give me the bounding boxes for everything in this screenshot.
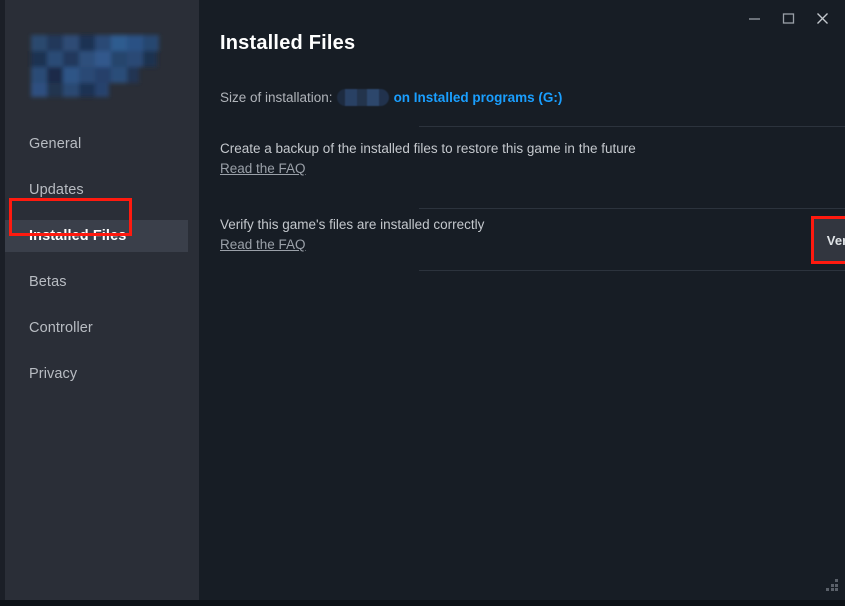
sidebar: General Updates Installed Files Betas Co… (5, 0, 199, 600)
backup-row-text: Create a backup of the installed files t… (220, 139, 650, 178)
minimize-icon[interactable] (737, 5, 771, 31)
divider (419, 270, 845, 271)
install-drive-label: on Installed programs (G:) (394, 90, 563, 105)
game-logo-redacted (23, 32, 183, 110)
sidebar-item-label: Installed Files (29, 228, 126, 244)
page-title: Installed Files (220, 32, 355, 55)
sidebar-item-label: General (29, 136, 81, 152)
sidebar-item-betas[interactable]: Betas (5, 266, 199, 298)
window-bottom-edge (0, 600, 845, 606)
maximize-icon[interactable] (771, 5, 805, 31)
verify-integrity-button[interactable]: Verify integrity of game files (813, 218, 845, 262)
sidebar-item-privacy[interactable]: Privacy (5, 358, 199, 390)
verify-row-text: Verify this game's files are installed c… (220, 215, 650, 254)
backup-description: Create a backup of the installed files t… (220, 141, 636, 156)
sidebar-item-general[interactable]: General (5, 128, 199, 160)
size-label: Size of installation: (220, 90, 333, 105)
resize-grip[interactable] (826, 579, 838, 591)
divider (419, 126, 845, 127)
verify-description: Verify this game's files are installed c… (220, 217, 484, 232)
verify-faq-link[interactable]: Read the FAQ (220, 235, 306, 254)
sidebar-item-label: Privacy (29, 366, 77, 382)
redacted-size-value (337, 89, 389, 106)
sidebar-item-updates[interactable]: Updates (5, 174, 199, 206)
main-content-panel: Installed Files Size of installation: on… (199, 0, 845, 600)
close-icon[interactable] (805, 5, 839, 31)
divider (419, 208, 845, 209)
sidebar-item-controller[interactable]: Controller (5, 312, 199, 344)
sidebar-item-label: Betas (29, 274, 67, 290)
sidebar-nav: General Updates Installed Files Betas Co… (5, 128, 199, 390)
sidebar-item-label: Controller (29, 320, 93, 336)
backup-faq-link[interactable]: Read the FAQ (220, 159, 306, 178)
sidebar-item-installed-files[interactable]: Installed Files (5, 220, 188, 252)
steam-game-properties-window: General Updates Installed Files Betas Co… (0, 0, 845, 606)
size-of-installation-row: Size of installation: on Installed progr… (220, 86, 835, 108)
sidebar-item-label: Updates (29, 182, 84, 198)
window-controls (737, 4, 839, 32)
